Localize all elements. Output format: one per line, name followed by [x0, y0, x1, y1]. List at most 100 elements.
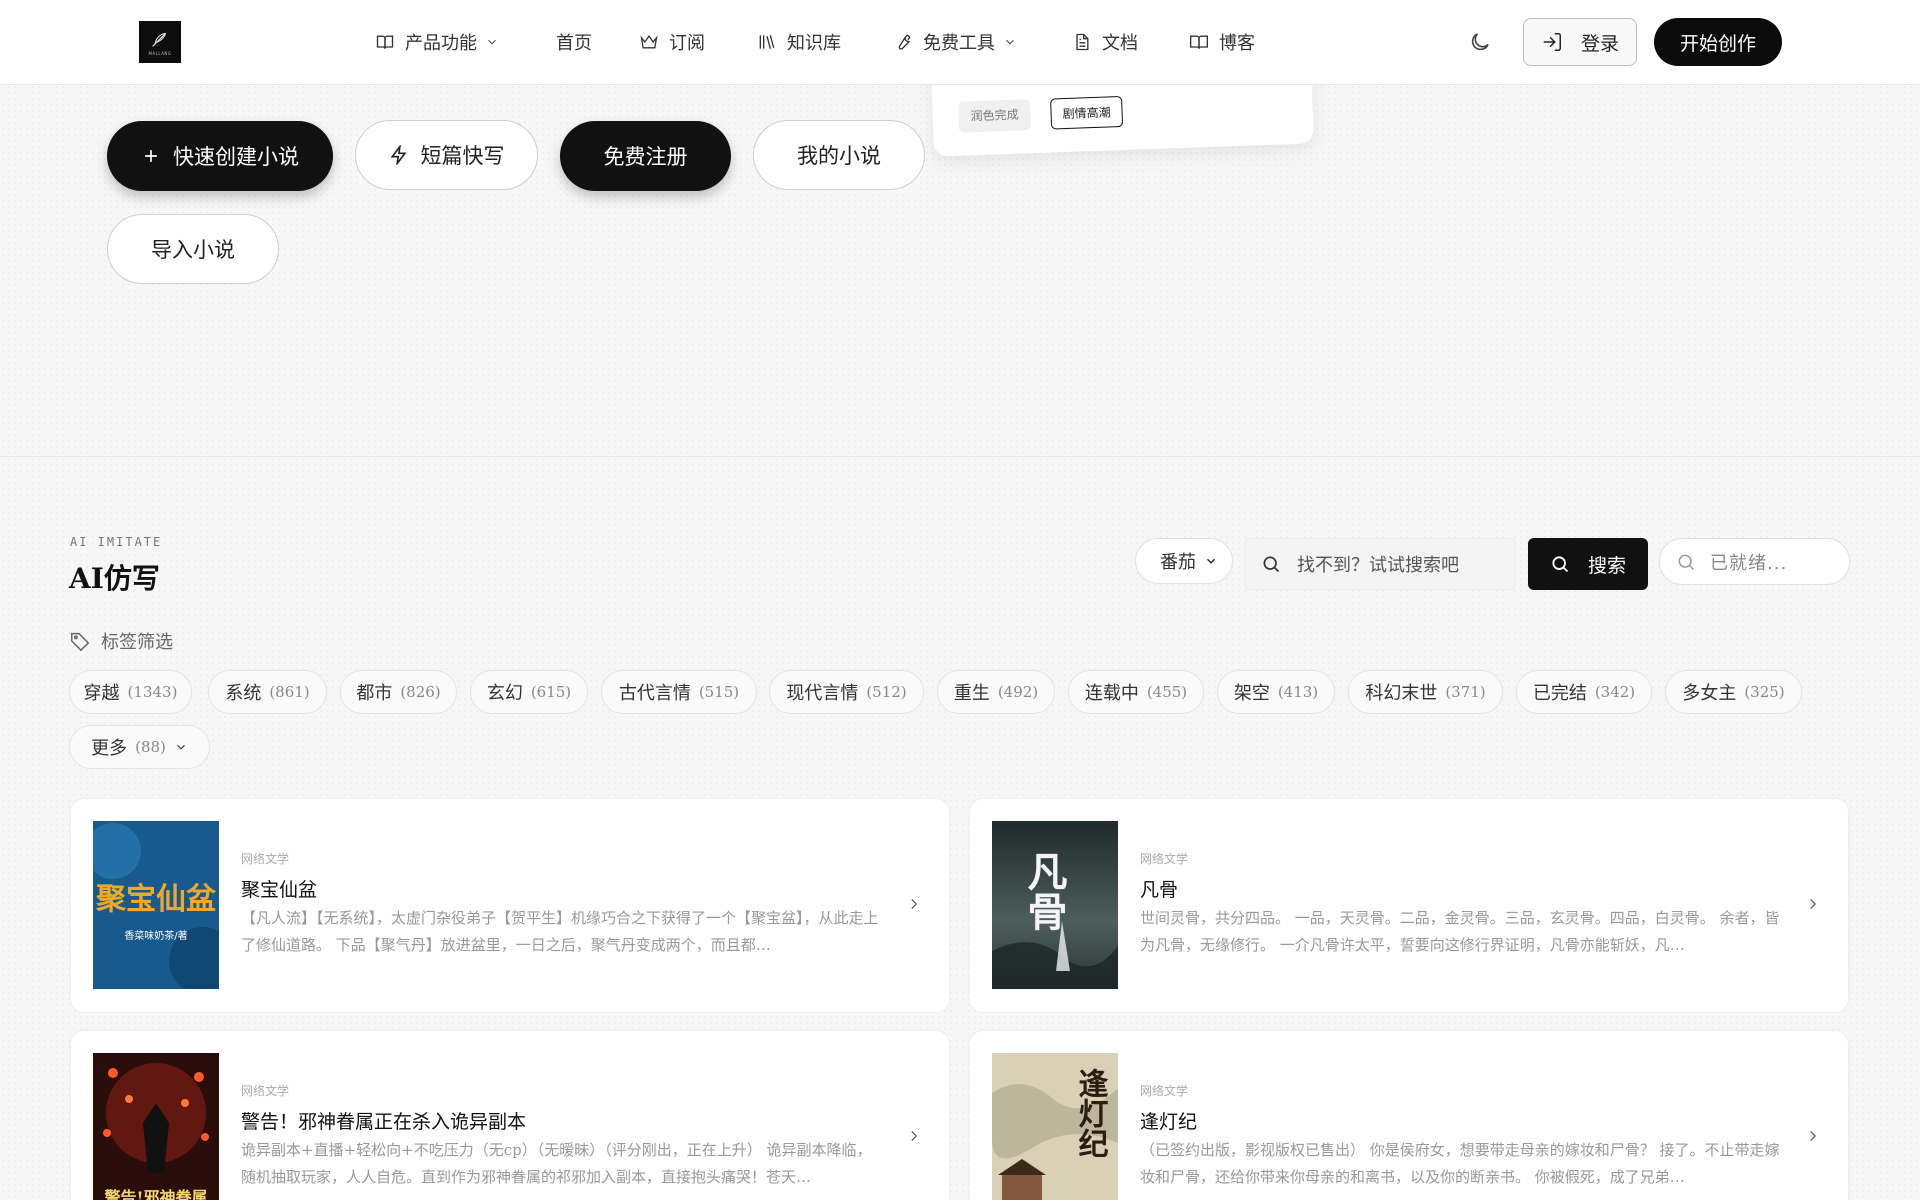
tag-count: (861) — [269, 683, 310, 701]
tag-icon — [71, 632, 90, 652]
tag-chip[interactable]: 重生 (492) — [937, 670, 1055, 714]
chevron-right-icon[interactable] — [1804, 895, 1822, 913]
novel-description: 世间灵骨，共分四品。 一品，天灵骨。二品，金灵骨。三品，玄灵骨。四品，白灵骨。 … — [1140, 909, 1780, 954]
book-icon — [376, 35, 394, 49]
search-button[interactable]: 搜索 — [1528, 538, 1648, 590]
cover-title: 逢灯纪 — [1073, 1068, 1109, 1158]
tag-chip[interactable]: 系统 (861) — [208, 670, 327, 714]
tag-count: (492) — [997, 683, 1039, 701]
book-cover: 警告!邪神眷属 — [93, 1053, 219, 1200]
tag-count: (342) — [1594, 683, 1636, 701]
chevron-right-icon[interactable] — [905, 1127, 923, 1145]
preview-tag-polished: 润色完成 — [958, 99, 1032, 133]
novel-title: 逢灯纪 — [1140, 1111, 1198, 1133]
tag-chip[interactable]: 都市 (826) — [340, 670, 457, 714]
novel-card[interactable]: 逢灯纪 网络文学 逢灯纪 （已签约出版，影视版权已售出） 你是侯府女，想要带走母… — [969, 1030, 1849, 1200]
short-story-label: 短篇快写 — [420, 144, 505, 168]
tag-chip[interactable]: 连载中 (455) — [1068, 670, 1204, 714]
file-text-icon — [1076, 33, 1089, 51]
tag-label: 玄幻 — [486, 683, 523, 704]
log-in-icon — [1543, 33, 1561, 51]
chevron-right-icon[interactable] — [1804, 1127, 1822, 1145]
nav-home[interactable]: 首页 — [556, 28, 592, 56]
tag-label: 连载中 — [1084, 683, 1139, 704]
nav-label: 知识库 — [787, 33, 841, 54]
tag-count: (371) — [1445, 683, 1486, 701]
novel-description: 诡异副本+直播+轻松向+不吃压力（无cp）（无暧昧）（评分刚出，正在上升） 诡异… — [241, 1141, 872, 1186]
book-cover: 聚宝仙盆 香菜味奶茶/著 — [93, 821, 219, 989]
search-button-label: 搜索 — [1587, 554, 1626, 577]
tag-label: 现代言情 — [786, 683, 859, 704]
section-title: AI仿写 — [69, 562, 160, 595]
novel-category: 网络文学 — [241, 1084, 290, 1098]
lightning-icon — [390, 145, 406, 165]
more-tags-button[interactable]: 更多 (88) — [69, 725, 210, 769]
import-novel-button[interactable]: 导入小说 — [107, 214, 279, 284]
nav-subscribe[interactable]: 订阅 — [639, 28, 705, 56]
search-input[interactable]: 找不到？试试搜索吧 — [1244, 538, 1516, 590]
source-select[interactable]: 番茄 — [1135, 538, 1233, 584]
quick-create-label: 快速创建小说 — [173, 145, 299, 169]
novel-title: 警告！邪神眷属正在杀入诡异副本 — [241, 1111, 527, 1133]
tag-chip[interactable]: 多女主 (325) — [1665, 670, 1802, 714]
nav-knowledge-base[interactable]: 知识库 — [757, 28, 841, 56]
short-story-button[interactable]: 短篇快写 — [355, 120, 538, 190]
nav-product-features[interactable]: 产品功能 — [375, 28, 499, 56]
search-icon — [1552, 556, 1569, 573]
nav-label: 博客 — [1219, 33, 1255, 54]
tag-chip[interactable]: 古代言情 (515) — [601, 670, 757, 714]
chevron-down-icon — [1207, 558, 1215, 564]
tag-label: 已完结 — [1532, 683, 1587, 704]
tag-count: (455) — [1146, 683, 1188, 701]
tag-label: 系统 — [225, 683, 262, 704]
novel-card[interactable]: 凡骨 网络文学 凡骨 世间灵骨，共分四品。 一品，天灵骨。二品，金灵骨。三品，玄… — [969, 798, 1849, 1013]
tag-filter-text: 标签筛选 — [101, 632, 173, 653]
tag-chip[interactable]: 玄幻 (615) — [470, 670, 588, 714]
novel-card[interactable]: 警告!邪神眷属 网络文学 警告！邪神眷属正在杀入诡异副本 诡异副本+直播+轻松向… — [70, 1030, 950, 1200]
login-button[interactable]: 登录 — [1523, 18, 1637, 66]
feather-logo-icon — [152, 32, 167, 47]
book-open-icon — [1190, 35, 1208, 49]
section-divider — [0, 456, 1920, 457]
crown-icon — [640, 35, 658, 49]
tag-count: (615) — [530, 683, 572, 701]
novel-category: 网络文学 — [1140, 1084, 1189, 1098]
start-creating-button[interactable]: 开始创作 — [1654, 18, 1782, 66]
novel-card[interactable]: 聚宝仙盆 香菜味奶茶/著 网络文学 聚宝仙盆 【凡人流】【无系统】，太虚门杂役弟… — [70, 798, 950, 1013]
novel-title: 凡骨 — [1140, 879, 1179, 901]
quick-create-novel-button[interactable]: 快速创建小说 — [107, 121, 333, 191]
tag-chip[interactable]: 现代言情 (512) — [769, 670, 924, 714]
my-novels-label: 我的小说 — [797, 144, 881, 168]
nav-blog[interactable]: 博客 — [1189, 28, 1255, 56]
theme-toggle[interactable] — [1468, 30, 1492, 54]
free-register-button[interactable]: 免费注册 — [560, 121, 731, 191]
chevron-right-icon[interactable] — [905, 895, 923, 913]
nav-docs[interactable]: 文档 — [1072, 28, 1138, 56]
nav-label: 订阅 — [669, 33, 705, 54]
tag-label: 重生 — [953, 683, 990, 704]
library-icon — [759, 35, 775, 49]
chevron-down-icon — [488, 39, 496, 45]
tag-count: (325) — [1744, 683, 1785, 701]
preview-tag-climax: 剧情高潮 — [1050, 95, 1124, 130]
cover-title: 聚宝仙盆 — [95, 882, 217, 917]
tag-label: 穿越 — [83, 683, 120, 704]
tag-chip[interactable]: 架空 (413) — [1217, 670, 1335, 714]
tag-chip[interactable]: 科幻末世 (371) — [1348, 670, 1503, 714]
plus-icon — [145, 150, 157, 162]
nav-label: 免费工具 — [923, 33, 995, 54]
nav-free-tools[interactable]: 免费工具 — [893, 28, 1017, 56]
tag-count: (1343) — [127, 683, 178, 701]
top-navbar: MALLANG 产品功能 首页 订阅 知识库 免费工具 文档 博客 登录 开始创… — [0, 0, 1920, 85]
brand-logo[interactable]: MALLANG — [139, 21, 181, 63]
my-novels-button[interactable]: 我的小说 — [753, 120, 925, 190]
status-field: 已就绪... — [1659, 538, 1850, 585]
chevron-down-icon — [176, 744, 185, 750]
novel-title: 聚宝仙盆 — [241, 879, 318, 901]
tag-chip[interactable]: 穿越 (1343) — [69, 670, 192, 714]
nav-label: 首页 — [556, 33, 592, 54]
search-icon — [1678, 554, 1695, 570]
tag-chip[interactable]: 已完结 (342) — [1516, 670, 1652, 714]
novel-category: 网络文学 — [1140, 852, 1189, 866]
nav-label: 文档 — [1102, 33, 1138, 54]
